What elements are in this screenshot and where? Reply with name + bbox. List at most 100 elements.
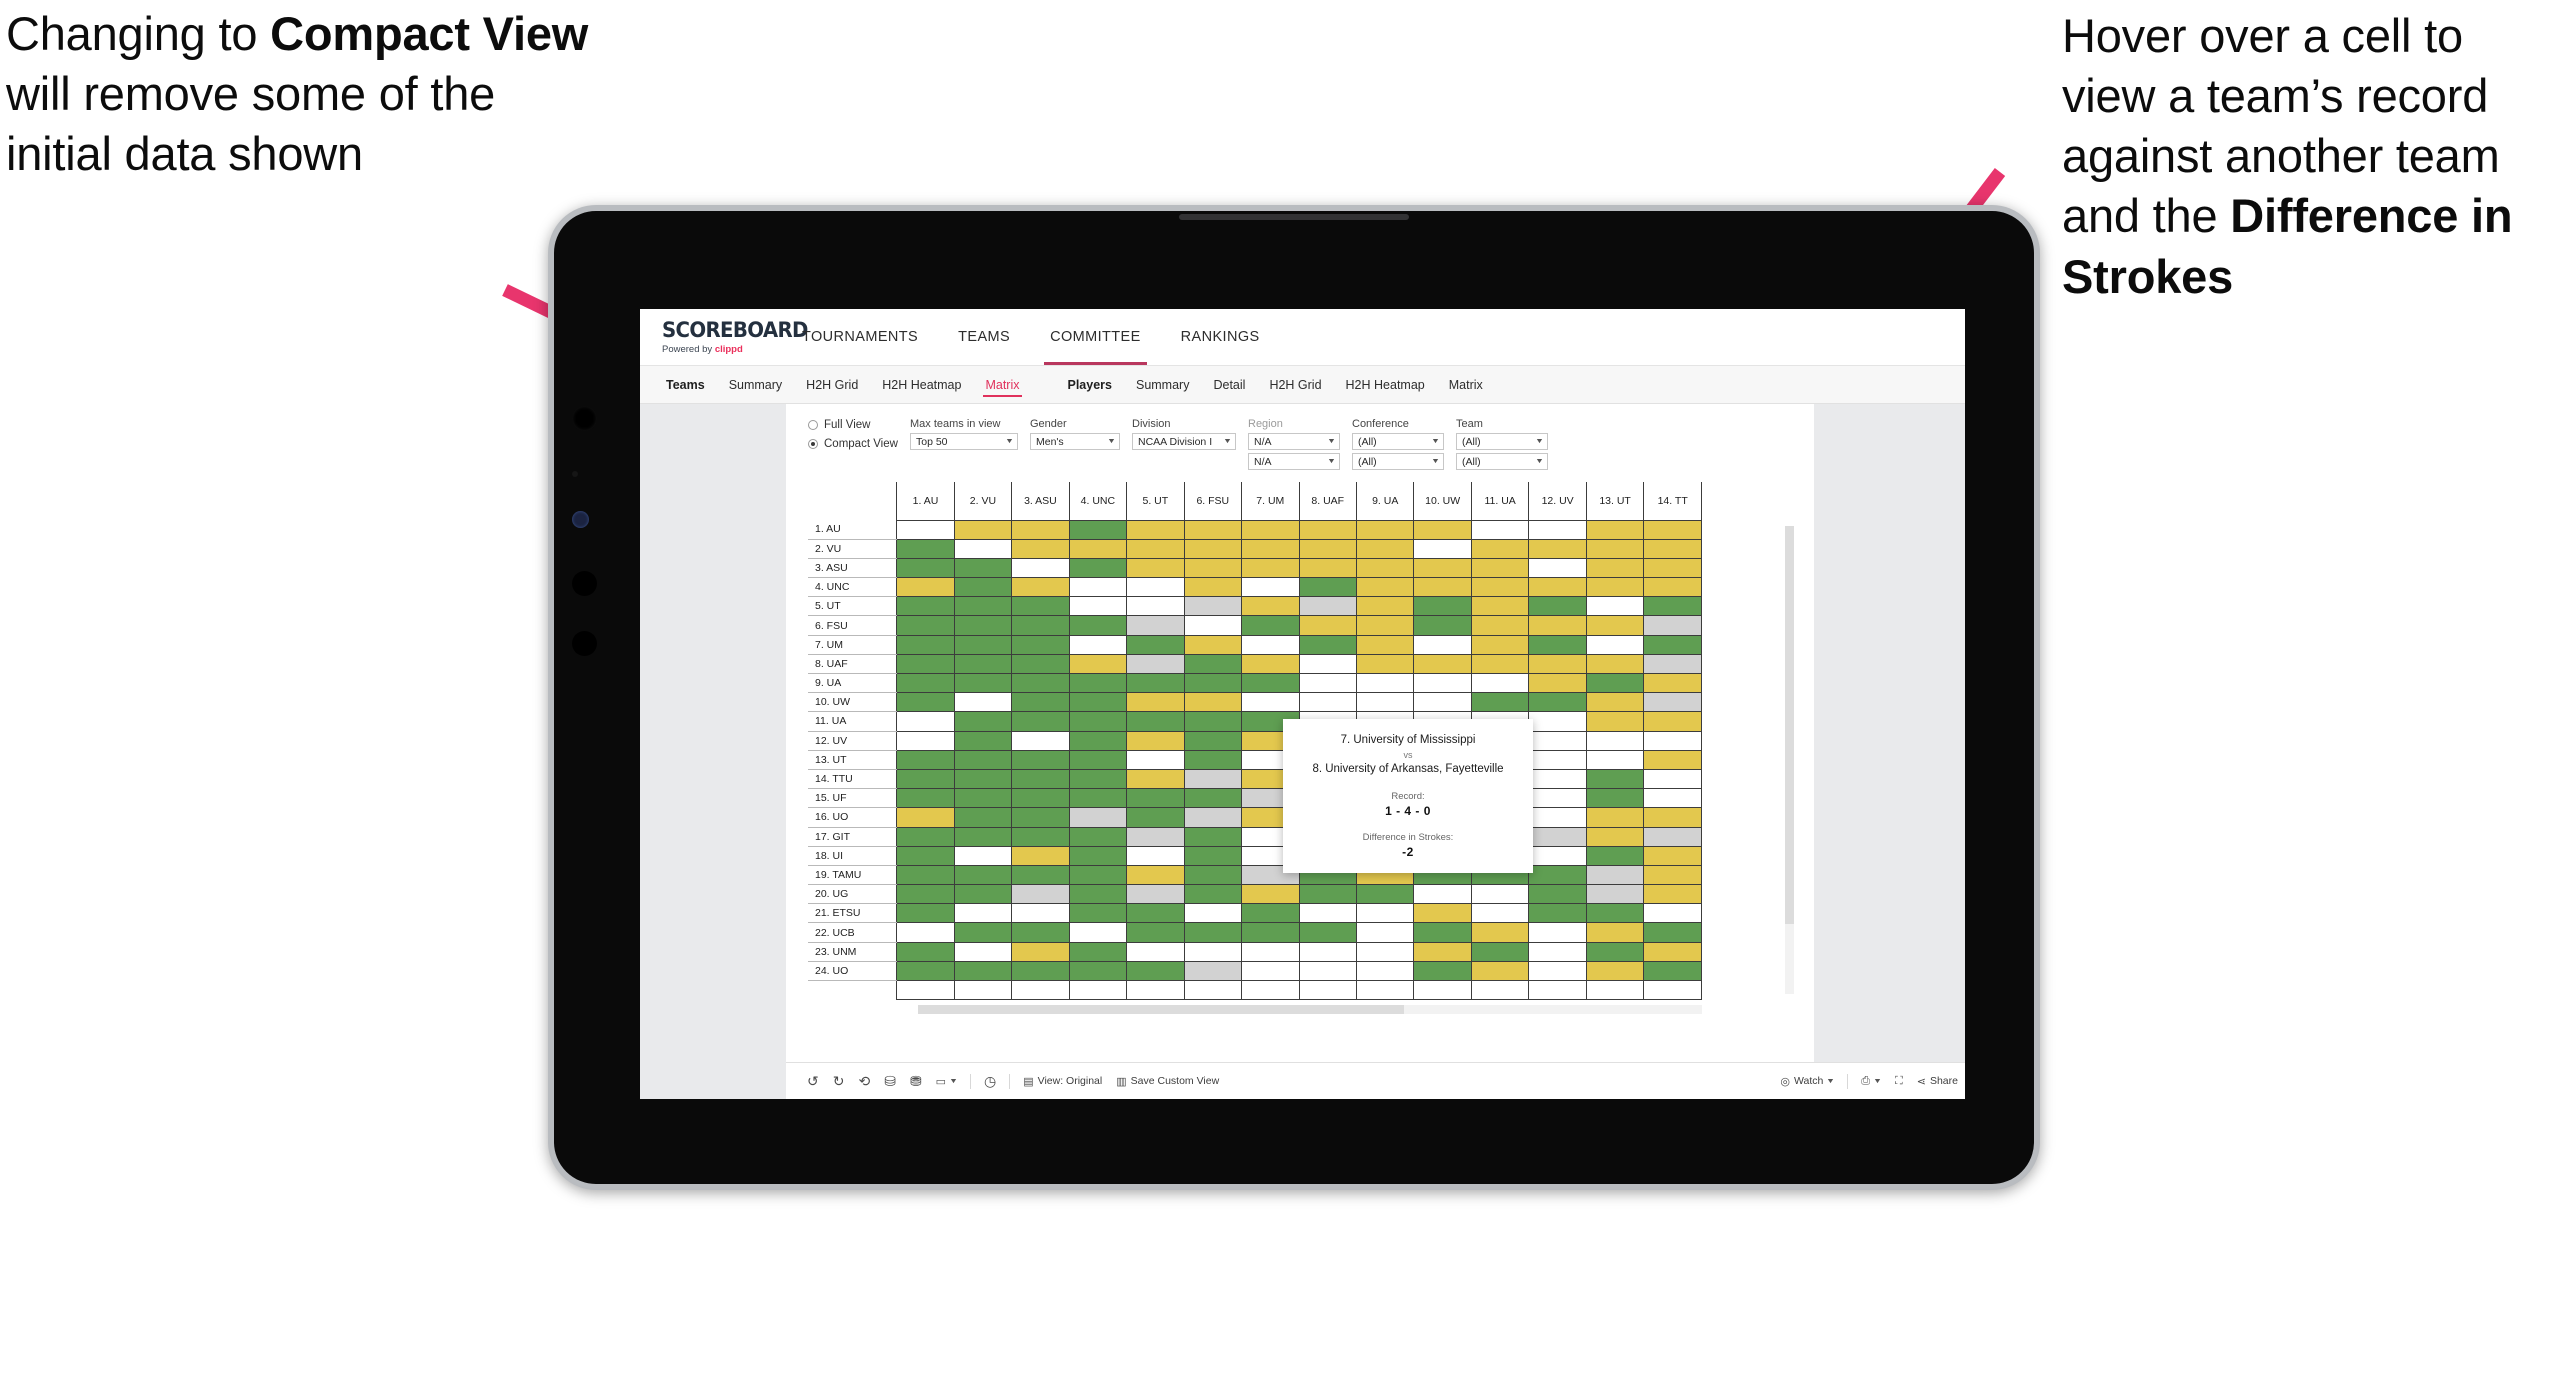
matrix-col-header[interactable]: 12. UV xyxy=(1528,482,1587,520)
matrix-cell[interactable] xyxy=(1528,960,1587,982)
matrix-cell[interactable] xyxy=(896,596,955,617)
matrix-cell[interactable] xyxy=(1183,730,1243,751)
matrix-cell[interactable] xyxy=(1470,653,1530,675)
matrix-cell[interactable] xyxy=(1528,922,1587,943)
matrix-cell[interactable] xyxy=(1528,807,1587,828)
matrix-cell[interactable] xyxy=(896,768,955,790)
matrix-cell[interactable] xyxy=(1068,845,1128,866)
nav-rankings[interactable]: RANKINGS xyxy=(1161,309,1280,365)
matrix-row-header[interactable]: 1. AU xyxy=(808,520,898,540)
matrix-cell[interactable] xyxy=(1355,615,1415,636)
matrix-cell[interactable] xyxy=(1241,941,1300,962)
matrix-cell[interactable] xyxy=(1068,672,1128,694)
matrix-cell[interactable] xyxy=(1355,903,1415,924)
matrix-cell[interactable] xyxy=(1011,826,1070,847)
matrix-row-header[interactable]: 11. UA xyxy=(808,711,898,732)
matrix-cell[interactable] xyxy=(1298,519,1357,540)
matrix-cell[interactable] xyxy=(1068,788,1128,809)
matrix-cell[interactable] xyxy=(1183,941,1243,962)
matrix-cell[interactable] xyxy=(1585,538,1645,559)
matrix-cell[interactable] xyxy=(1643,768,1702,790)
matrix-cell[interactable] xyxy=(1011,538,1070,559)
matrix-cell[interactable] xyxy=(1298,596,1357,617)
matrix-cell[interactable] xyxy=(1413,538,1472,559)
matrix-cell[interactable] xyxy=(1355,519,1415,540)
matrix-row-header[interactable]: 5. UT xyxy=(808,596,898,617)
matrix-cell[interactable] xyxy=(1585,672,1645,694)
matrix-cell[interactable] xyxy=(1585,864,1645,886)
matrix-cell[interactable] xyxy=(1413,903,1472,924)
matrix-cell[interactable] xyxy=(1470,960,1530,982)
matrix-cell[interactable] xyxy=(1183,538,1243,559)
matrix-cell[interactable] xyxy=(1126,903,1185,924)
matrix-cell[interactable] xyxy=(1643,615,1702,636)
matrix-cell[interactable] xyxy=(1241,577,1300,598)
matrix-cell[interactable] xyxy=(1585,653,1645,675)
matrix-cell[interactable] xyxy=(1068,826,1128,847)
matrix-cell[interactable] xyxy=(1241,615,1300,636)
tab-players-h2h-heatmap[interactable]: H2H Heatmap xyxy=(1334,366,1437,403)
matrix-cell[interactable] xyxy=(1126,615,1185,636)
matrix-cell[interactable] xyxy=(1528,903,1587,924)
matrix-cell[interactable] xyxy=(896,903,955,924)
matrix-col-header[interactable]: 9. UA xyxy=(1356,482,1415,520)
matrix-cell[interactable] xyxy=(1183,692,1243,713)
tab-teams-summary[interactable]: Summary xyxy=(717,366,794,403)
nav-tournaments[interactable]: TOURNAMENTS xyxy=(782,309,938,365)
matrix-cell[interactable] xyxy=(1585,577,1645,598)
matrix-cell[interactable] xyxy=(1643,596,1702,617)
matrix-cell[interactable] xyxy=(1585,519,1645,540)
matrix-cell[interactable] xyxy=(1068,730,1128,751)
matrix-cell[interactable] xyxy=(953,826,1013,847)
matrix-row-header[interactable]: 7. UM xyxy=(808,635,898,655)
matrix-row-header[interactable]: 6. FSU xyxy=(808,615,898,636)
matrix-cell[interactable] xyxy=(1585,615,1645,636)
undo-button[interactable]: ↺ xyxy=(800,1074,826,1088)
matrix-cell[interactable] xyxy=(1528,653,1587,675)
matrix-cell[interactable] xyxy=(1068,749,1128,770)
matrix-cell[interactable] xyxy=(1068,634,1128,655)
brand-logo[interactable]: SCOREBOARD Powered by clippd xyxy=(640,309,808,365)
matrix-cell[interactable] xyxy=(1241,653,1300,675)
matrix-cell[interactable] xyxy=(1126,672,1185,694)
matrix-cell[interactable] xyxy=(1068,941,1128,962)
matrix-cell[interactable] xyxy=(1183,557,1243,579)
matrix-cell[interactable] xyxy=(896,538,955,559)
nav-teams[interactable]: TEAMS xyxy=(938,309,1030,365)
matrix-col-header[interactable]: 10. UW xyxy=(1413,482,1472,520)
matrix-row-header[interactable]: 23. UNM xyxy=(808,942,898,962)
filter-region-select-1[interactable]: N/A ▼ xyxy=(1248,433,1340,450)
vertical-scrollbar[interactable] xyxy=(1785,526,1794,994)
matrix-cell[interactable] xyxy=(1528,672,1587,694)
matrix-cell[interactable] xyxy=(1643,845,1702,866)
matrix-cell[interactable] xyxy=(1011,634,1070,655)
matrix-cell[interactable] xyxy=(1413,941,1472,962)
matrix-cell[interactable] xyxy=(1355,634,1415,655)
matrix-cell[interactable] xyxy=(1298,615,1357,636)
matrix-cell[interactable] xyxy=(953,692,1013,713)
matrix-cell[interactable] xyxy=(1126,922,1185,943)
matrix-row-header[interactable]: 18. UI xyxy=(808,846,898,866)
matrix-cell[interactable] xyxy=(1643,903,1702,924)
matrix-cell[interactable] xyxy=(1298,884,1357,905)
matrix-cell[interactable] xyxy=(896,711,955,732)
matrix-cell[interactable] xyxy=(1183,788,1243,809)
matrix-cell[interactable] xyxy=(1355,653,1415,675)
matrix-cell[interactable] xyxy=(1413,557,1472,579)
matrix-cell[interactable] xyxy=(953,749,1013,770)
matrix-cell[interactable] xyxy=(1298,653,1357,675)
matrix-cell[interactable] xyxy=(1183,653,1243,675)
matrix-cell[interactable] xyxy=(1183,884,1243,905)
tab-players-matrix[interactable]: Matrix xyxy=(1437,366,1495,403)
matrix-cell[interactable] xyxy=(1470,538,1530,559)
matrix-cell[interactable] xyxy=(1068,864,1128,886)
matrix-cell[interactable] xyxy=(1126,577,1185,598)
matrix-cell[interactable] xyxy=(1413,519,1472,540)
matrix-cell[interactable] xyxy=(1241,672,1300,694)
matrix-cell[interactable] xyxy=(1643,826,1702,847)
tab-players-summary[interactable]: Summary xyxy=(1124,366,1201,403)
matrix-cell[interactable] xyxy=(1126,692,1185,713)
matrix-cell[interactable] xyxy=(1126,826,1185,847)
matrix-cell[interactable] xyxy=(1068,692,1128,713)
matrix-cell[interactable] xyxy=(1585,749,1645,770)
